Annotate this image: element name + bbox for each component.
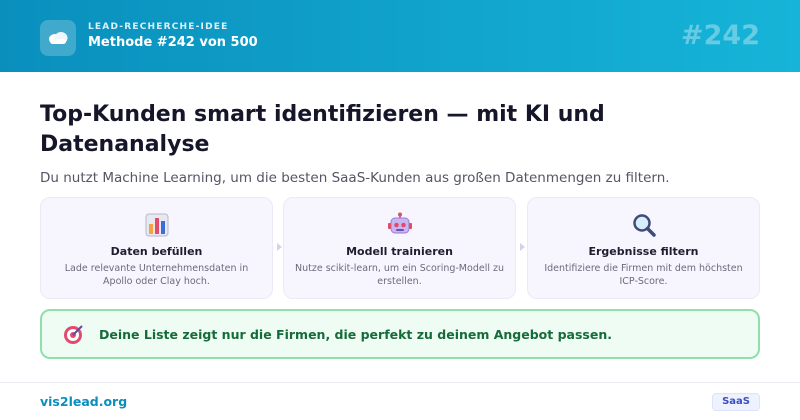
step-title: Modell trainieren bbox=[346, 245, 453, 258]
header-text: LEAD-RECHERCHE-IDEE Methode #242 von 500 bbox=[88, 22, 258, 50]
step-card-filter: Ergebnisse filtern Identifiziere die Fir… bbox=[527, 197, 760, 299]
step-card-data: Daten befüllen Lade relevante Unternehme… bbox=[40, 197, 273, 299]
steps-row: Daten befüllen Lade relevante Unternehme… bbox=[40, 197, 760, 299]
category-badge: SaaS bbox=[712, 393, 760, 411]
chevron-right-icon bbox=[277, 243, 282, 251]
header-banner: LEAD-RECHERCHE-IDEE Methode #242 von 500… bbox=[0, 0, 800, 72]
footer-site-link[interactable]: vis2lead.org bbox=[40, 394, 127, 409]
chevron-right-icon bbox=[520, 243, 525, 251]
page-subtitle: Du nutzt Machine Learning, um die besten… bbox=[40, 170, 670, 186]
step-title: Daten befüllen bbox=[110, 245, 203, 258]
step-description: Lade relevante Unternehmensdaten in Apol… bbox=[64, 263, 249, 287]
step-description: Identifiziere die Firmen mit dem höchste… bbox=[544, 263, 743, 287]
page-title: Top-Kunden smart identifizieren — mit KI… bbox=[40, 102, 605, 157]
magnifier-icon bbox=[632, 214, 656, 237]
result-callout: Deine Liste zeigt nur die Firmen, die pe… bbox=[40, 309, 760, 359]
cloud-icon bbox=[40, 20, 76, 56]
bar-chart-icon bbox=[145, 213, 168, 237]
method-counter: Methode #242 von 500 bbox=[88, 35, 258, 50]
callout-text: Deine Liste zeigt nur die Firmen, die pe… bbox=[99, 327, 612, 342]
step-description: Nutze scikit-learn, um ein Scoring-Model… bbox=[294, 263, 504, 287]
target-icon bbox=[64, 325, 83, 344]
header-overline: LEAD-RECHERCHE-IDEE bbox=[88, 22, 229, 32]
step-title: Ergebnisse filtern bbox=[588, 245, 699, 258]
robot-icon bbox=[387, 212, 412, 234]
method-number: #242 bbox=[681, 20, 760, 51]
footer-divider bbox=[0, 382, 800, 383]
step-card-model: Modell trainieren Nutze scikit-learn, um… bbox=[283, 197, 516, 299]
